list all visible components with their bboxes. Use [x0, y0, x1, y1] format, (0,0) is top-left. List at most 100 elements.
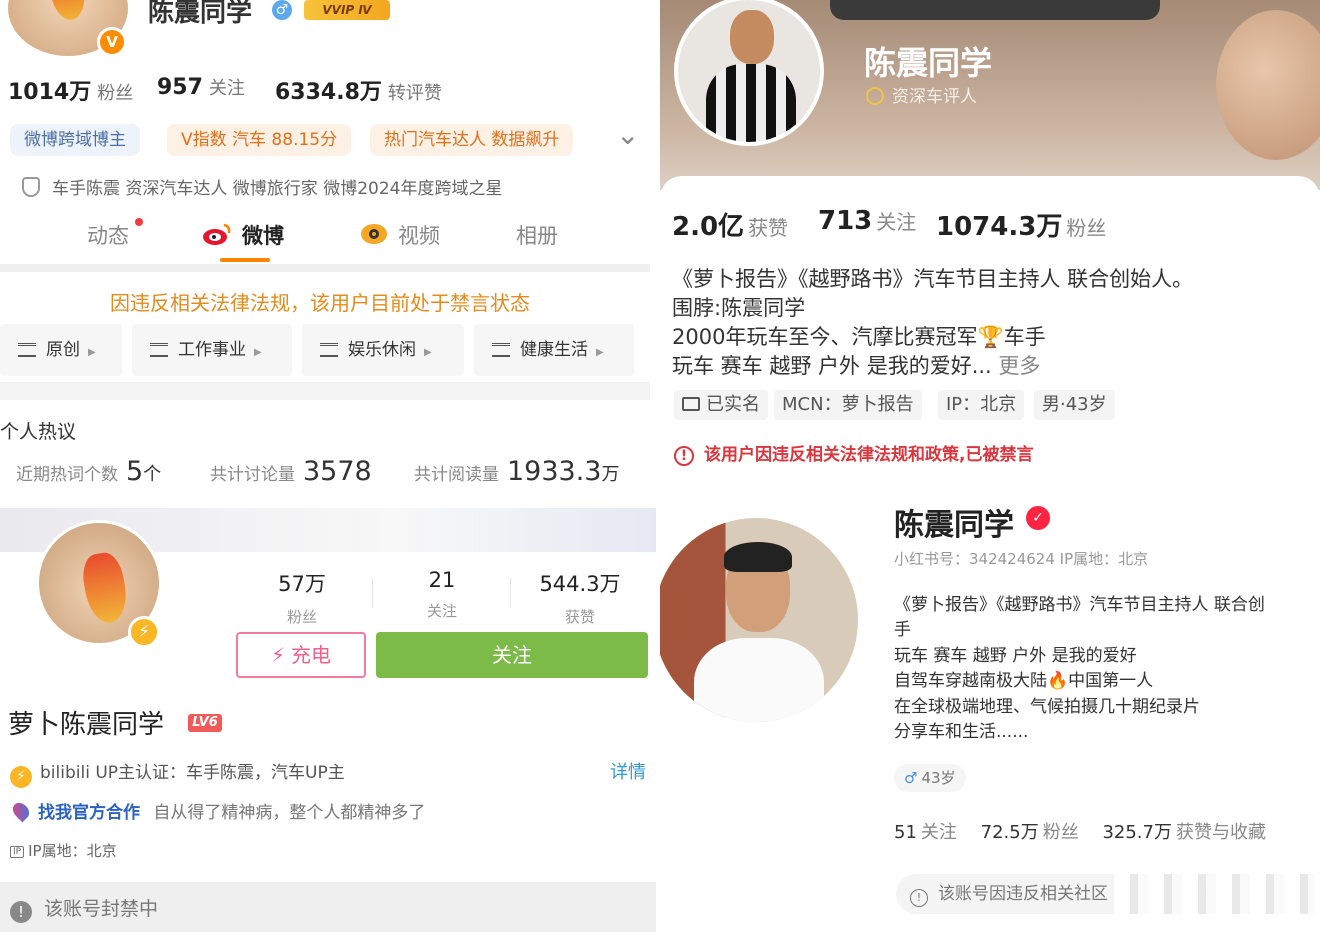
level-badge: LV6	[188, 714, 222, 732]
tag-gender-age: 男·43岁	[1034, 390, 1115, 420]
tag-hot-auto[interactable]: 热门汽车达人 数据飙升	[370, 124, 574, 156]
ban-notice: 因违反相关法律法规，该用户目前处于禁言状态	[110, 291, 530, 315]
banned-notice: ! 该账号封禁中	[0, 882, 656, 932]
chevron-down-icon[interactable]: ⌄	[616, 118, 639, 151]
weibo-profile: V 陈震同学 ♂ VVIP Ⅳ 1014万 粉丝 957 关注 6334.8万 转评赞…	[0, 0, 656, 508]
stat-likes-collects[interactable]: 325.7万 获赞与收藏	[1102, 822, 1284, 843]
banner-decoration	[830, 0, 1160, 20]
stat-followers[interactable]: 1014万 粉丝	[8, 74, 133, 106]
bio-line: 《萝卜报告》《越野路书》汽车节目主持人 联合创始人。	[672, 267, 1194, 291]
divider	[372, 578, 373, 608]
avatar[interactable]	[674, 0, 824, 146]
screenshot-collage: V 陈震同学 ♂ VVIP Ⅳ 1014万 粉丝 957 关注 6334.8万 转评赞…	[0, 0, 1320, 932]
hot-discussion-title: 个人热议	[0, 421, 77, 443]
bilibili-profile: ⚡ 57万 粉丝 21 关注 544.3万 获赞 ⚡ 充电 关注 萝卜陈震同学 LV6 …	[0, 508, 656, 932]
tag-v-index[interactable]: V指数 汽车 88.15分	[167, 124, 352, 156]
divider	[0, 264, 650, 272]
bio-line: 玩车 赛车 越野 户外 是我的爱好... 更多	[672, 354, 1041, 378]
xiaohongshu-profile-top: 陈震同学 资深车评人 2.0亿 获赞 713 关注 1074.3万 粉丝 《萝卜报告》…	[660, 0, 1320, 476]
male-icon: ♂	[272, 0, 292, 20]
hot-discussion-count: 共计讨论量 3578	[210, 456, 372, 487]
ip-icon: IP	[10, 846, 25, 858]
bio-line: 手	[894, 620, 911, 640]
stat-following[interactable]: 51 关注	[894, 822, 975, 843]
xiaohongshu-profile-bottom: 陈震同学 ✓ 小红书号：342424624 IP属地：北京 《萝卜报告》《越野路…	[660, 476, 1320, 932]
stat-following[interactable]: 21 关注	[374, 568, 510, 621]
divider	[0, 382, 650, 400]
account-id-line: 小红书号：342424624 IP属地：北京	[894, 550, 1149, 568]
profile-name: 陈震同学	[148, 0, 253, 28]
profile-subtitle: 资深车评人	[866, 82, 977, 107]
tab-dynamics[interactable]: 动态	[87, 220, 129, 250]
age-tag: ♂ 43岁	[894, 764, 966, 792]
stat-interactions[interactable]: 6334.8万 转评赞	[275, 74, 442, 106]
male-icon: ♂	[904, 769, 918, 787]
bio-line: 分享车和生活......	[894, 722, 1029, 742]
active-tab-indicator	[220, 258, 270, 262]
cooperation-icon	[9, 799, 33, 823]
tag-cross-domain[interactable]: 微博跨域博主	[10, 124, 140, 156]
weibo-logo-icon	[202, 222, 232, 246]
lightning-icon: ⚡	[270, 643, 286, 667]
verified-badge-icon	[866, 87, 884, 105]
notification-dot	[135, 218, 143, 226]
avatar[interactable]	[660, 518, 858, 722]
video-icon	[360, 222, 388, 246]
category-health[interactable]: 健康生活 ▶	[474, 324, 634, 376]
stat-following[interactable]: 713 关注	[818, 206, 916, 236]
profile-name: 陈震同学	[894, 508, 1014, 543]
profile-name: 陈震同学	[864, 44, 993, 82]
tab-album[interactable]: 相册	[516, 220, 558, 250]
divider	[510, 578, 511, 608]
category-leisure[interactable]: 娱乐休闲 ▶	[302, 324, 464, 376]
hot-keywords-count: 近期热词个数 5个	[16, 456, 162, 487]
lightning-icon: ⚡	[10, 766, 32, 788]
more-link[interactable]: 更多	[998, 354, 1040, 378]
bio-line: 玩车 赛车 越野 户外 是我的爱好	[894, 646, 1137, 666]
up-certification: ⚡ bilibili UP主认证：车手陈震，汽车UP主	[10, 758, 345, 788]
stat-likes[interactable]: 2.0亿 获赞	[672, 206, 788, 243]
info-icon: !	[910, 889, 928, 907]
bio-line: 自驾车穿越南极大陆🔥中国第一人	[894, 671, 1154, 691]
category-original[interactable]: 原创 ▶	[0, 324, 122, 376]
bio-line: 围脖:陈震同学	[672, 296, 806, 320]
bio-line: 《萝卜报告》《越野路书》汽车节目主持人 联合创	[894, 595, 1265, 615]
stat-following[interactable]: 957 关注	[157, 74, 245, 100]
verified-v-icon: V	[97, 27, 127, 57]
category-work[interactable]: 工作事业 ▶	[132, 324, 292, 376]
tag-mcn: MCN：萝卜报告	[774, 390, 922, 420]
stat-followers[interactable]: 1074.3万 粉丝	[936, 206, 1106, 243]
charge-button[interactable]: ⚡ 充电	[236, 632, 366, 678]
ban-notice: ! 该用户因违反相关法律法规和政策,已被禁言	[674, 440, 1033, 466]
tab-video[interactable]: 视频	[398, 220, 440, 250]
ip-location: IP IP属地：北京	[10, 840, 117, 861]
shield-icon	[22, 177, 40, 197]
layers-icon	[320, 343, 338, 357]
vip-badge: VVIP Ⅳ	[304, 0, 390, 20]
alert-icon: !	[674, 446, 694, 466]
detail-link[interactable]: 详情	[610, 758, 646, 784]
watermark-overlay	[1114, 874, 1314, 914]
id-card-icon	[682, 397, 700, 411]
alert-icon: !	[10, 901, 32, 923]
stat-likes[interactable]: 544.3万 获赞	[512, 568, 648, 627]
tag-verified-realname: 已实名	[674, 390, 768, 420]
cooperation-link[interactable]: 找我官方合作	[38, 803, 140, 823]
lightning-icon: ⚡	[128, 616, 160, 648]
verified-check-icon: ✓	[1026, 506, 1050, 530]
hot-read-count: 共计阅读量 1933.3万	[414, 456, 620, 487]
signature-line: 找我官方合作 自从得了精神病，整个人都精神多了	[9, 798, 425, 823]
follow-button[interactable]: 关注	[376, 632, 648, 678]
tag-ip: IP：北京	[938, 390, 1025, 420]
profile-name: 萝卜陈震同学	[8, 710, 165, 740]
layers-icon	[18, 343, 36, 357]
stat-followers[interactable]: 57万 粉丝	[234, 568, 370, 627]
layers-icon	[150, 343, 168, 357]
bio-line: 2000年玩车至今、汽摩比赛冠军🏆车手	[672, 325, 1046, 349]
bio-line: 在全球极端地理、气候拍摄几十期纪录片	[894, 697, 1200, 717]
stat-followers[interactable]: 72.5万 粉丝	[981, 822, 1097, 843]
layers-icon	[492, 343, 510, 357]
tab-weibo[interactable]: 微博	[242, 220, 284, 250]
stats-row: 51 关注 72.5万 粉丝 325.7万 获赞与收藏	[894, 818, 1284, 844]
certification-line: 车手陈震 资深汽车达人 微博旅行家 微博2024年度跨域之星	[22, 174, 502, 199]
